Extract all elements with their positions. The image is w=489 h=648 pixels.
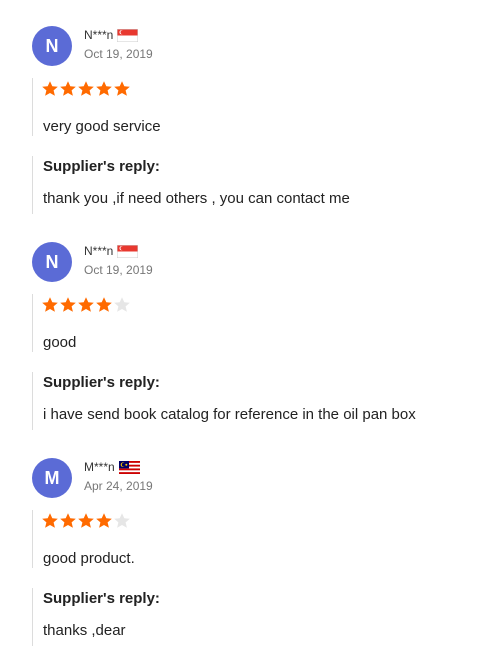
- reviewer-username: N***n: [84, 244, 114, 258]
- reply-text: i have send book catalog for reference i…: [43, 406, 416, 423]
- review-item: M M***n Apr 24, 2019 good product. Suppl…: [0, 458, 489, 648]
- reviewer-username: N***n: [84, 28, 114, 42]
- review-body: very good service: [32, 78, 161, 136]
- star-filled-icon: [96, 81, 112, 96]
- star-filled-icon: [42, 513, 58, 528]
- avatar: N: [32, 242, 72, 282]
- star-filled-icon: [60, 297, 76, 312]
- reply-text: thank you ,if need others , you can cont…: [43, 190, 350, 207]
- review-date: Apr 24, 2019: [84, 479, 153, 493]
- reviewer-username: M***n: [84, 460, 115, 474]
- star-filled-icon: [42, 81, 58, 96]
- star-filled-icon: [78, 297, 94, 312]
- star-rating: [41, 296, 131, 314]
- review-comment: good product.: [43, 550, 135, 567]
- star-filled-icon: [78, 513, 94, 528]
- malaysia-flag-icon: [118, 460, 140, 474]
- star-filled-icon: [114, 81, 130, 96]
- star-filled-icon: [96, 513, 112, 528]
- review-item: N N***n Oct 19, 2019 very good service S…: [0, 26, 489, 216]
- supplier-reply: Supplier's reply: thank you ,if need oth…: [32, 156, 350, 214]
- star-filled-icon: [78, 81, 94, 96]
- star-filled-icon: [60, 81, 76, 96]
- review-comment: good: [43, 334, 77, 351]
- singapore-flag-icon: [117, 244, 139, 258]
- supplier-reply: Supplier's reply: i have send book catal…: [32, 372, 416, 430]
- reply-title: Supplier's reply:: [43, 374, 160, 391]
- reply-title: Supplier's reply:: [43, 590, 160, 607]
- review-date: Oct 19, 2019: [84, 263, 153, 277]
- review-date: Oct 19, 2019: [84, 47, 153, 61]
- reviewer-name: M***n: [84, 460, 140, 474]
- star-filled-icon: [42, 297, 58, 312]
- avatar: M: [32, 458, 72, 498]
- star-empty-icon: [114, 297, 130, 312]
- reply-title: Supplier's reply:: [43, 158, 160, 175]
- star-rating: [41, 512, 131, 530]
- star-rating: [41, 80, 131, 98]
- review-body: good product.: [32, 510, 135, 568]
- reviewer-name: N***n: [84, 28, 139, 42]
- review-item: N N***n Oct 19, 2019 good Supplier's rep…: [0, 242, 489, 432]
- supplier-reply: Supplier's reply: thanks ,dear: [32, 588, 160, 646]
- review-comment: very good service: [43, 118, 161, 135]
- review-body: good: [32, 294, 130, 352]
- reviewer-name: N***n: [84, 244, 139, 258]
- star-empty-icon: [114, 513, 130, 528]
- reply-text: thanks ,dear: [43, 622, 126, 639]
- star-filled-icon: [96, 297, 112, 312]
- avatar: N: [32, 26, 72, 66]
- star-filled-icon: [60, 513, 76, 528]
- singapore-flag-icon: [117, 28, 139, 42]
